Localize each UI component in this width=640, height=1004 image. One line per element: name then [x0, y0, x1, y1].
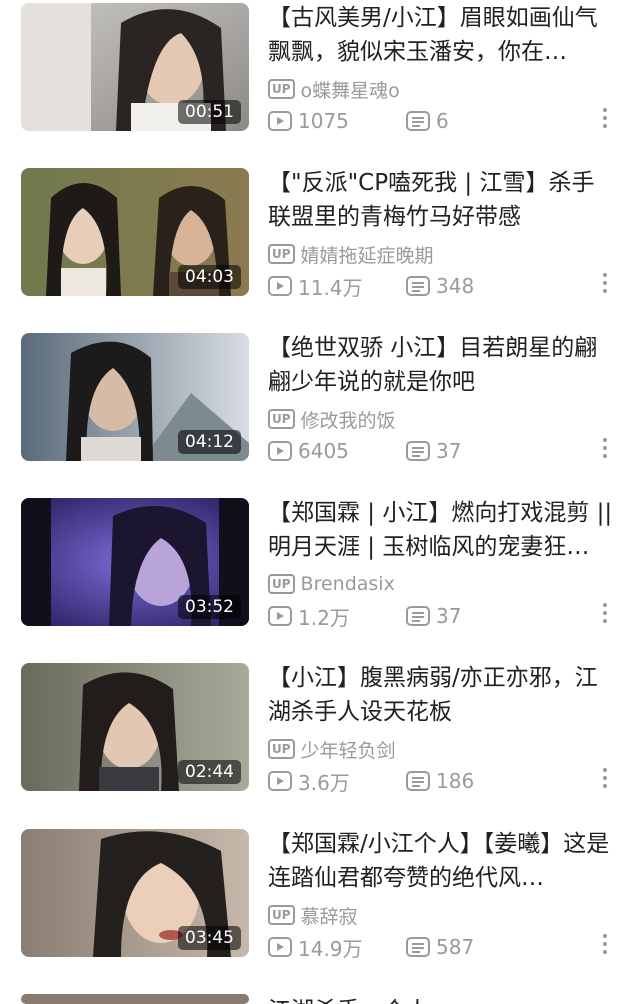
danmaku-count-icon [406, 111, 430, 131]
stats-row: 6405 37 [268, 437, 461, 465]
up-badge-icon: UP [268, 905, 295, 925]
stats-row: 1075 6 [268, 107, 449, 135]
video-thumbnail[interactable]: 04:12 [21, 333, 249, 461]
view-count: 3.6万 [268, 767, 406, 796]
danmaku-count: 186 [406, 769, 474, 793]
video-card[interactable]: 03:45 【郑国霖/小江个人】【姜曦】这是连踏仙君都夸赞的绝代风… UP 慕辞… [0, 829, 640, 961]
view-count: 1.2万 [268, 602, 406, 631]
view-count: 1075 [268, 109, 406, 133]
play-count-icon [268, 441, 292, 461]
video-duration: 02:44 [178, 760, 241, 784]
video-title[interactable]: 【小江】腹黑病弱/亦正亦邪，江湖杀手人设天花板 [268, 661, 616, 729]
video-card[interactable]: 03:52 【郑国霖 | 小江】燃向打戏混剪 || 明月天涯 | 玉树临风的宠妻… [0, 498, 640, 630]
video-thumbnail[interactable]: 02:44 [21, 663, 249, 791]
more-options-icon[interactable] [595, 433, 615, 463]
video-card[interactable]: 04:12 【绝世双骄 小江】目若朗星的翩翩少年说的就是你吧 UP 修改我的饭 … [0, 333, 640, 465]
stats-row: 3.6万 186 [268, 767, 474, 795]
video-card[interactable]: 04:03 【"反派"CP嗑死我 | 江雪】杀手联盟里的青梅竹马好带感 UP 婧… [0, 168, 640, 300]
danmaku-count-icon [406, 276, 430, 296]
video-duration: 04:12 [178, 430, 241, 454]
danmaku-count: 37 [406, 604, 461, 628]
play-count-icon [268, 111, 292, 131]
view-count: 14.9万 [268, 933, 406, 962]
video-duration: 03:52 [178, 595, 241, 619]
more-options-icon[interactable] [595, 103, 615, 133]
stats-row: 14.9万 587 [268, 933, 474, 961]
view-count: 11.4万 [268, 272, 406, 301]
uploader-row[interactable]: UP 慕辞寂 [268, 901, 358, 929]
danmaku-count-icon [406, 937, 430, 957]
uploader-name[interactable]: 慕辞寂 [301, 902, 358, 929]
video-title[interactable]: 【郑国霖/小江个人】【姜曦】这是连踏仙君都夸赞的绝代风… [268, 827, 616, 895]
video-thumbnail[interactable]: 00:51 [21, 3, 249, 131]
more-options-icon[interactable] [595, 598, 615, 628]
up-badge-icon: UP [268, 244, 295, 264]
video-thumbnail[interactable]: 03:45 [21, 829, 249, 957]
video-duration: 04:03 [178, 265, 241, 289]
uploader-name[interactable]: o蝶舞星魂o [301, 76, 400, 103]
video-thumbnail[interactable] [21, 994, 249, 1004]
danmaku-count-icon [406, 606, 430, 626]
play-count-icon [268, 771, 292, 791]
video-title[interactable]: 【古风美男/小江】眉眼如画仙气飘飘，貌似宋玉潘安，你在… [268, 1, 616, 69]
video-title[interactable]: 【绝世双骄 小江】目若朗星的翩翩少年说的就是你吧 [268, 331, 616, 399]
view-count: 6405 [268, 439, 406, 463]
up-badge-icon: UP [268, 739, 295, 759]
video-card[interactable]: 00:51 【古风美男/小江】眉眼如画仙气飘飘，貌似宋玉潘安，你在… UP o蝶… [0, 3, 640, 135]
play-count-icon [268, 606, 292, 626]
up-badge-icon: UP [268, 574, 295, 594]
uploader-row[interactable]: UP 婧婧拖延症晚期 [268, 240, 434, 268]
uploader-row[interactable]: UP 修改我的饭 [268, 405, 396, 433]
uploader-row[interactable]: UP o蝶舞星魂o [268, 75, 400, 103]
video-title[interactable]: 【郑国霖 | 小江】燃向打戏混剪 || 明月天涯 | 玉树临风的宠妻狂… [268, 496, 616, 564]
thumbnail-image [21, 994, 249, 1004]
more-options-icon[interactable] [595, 763, 615, 793]
more-options-icon[interactable] [595, 268, 615, 298]
video-title[interactable]: 【"反派"CP嗑死我 | 江雪】杀手联盟里的青梅竹马好带感 [268, 166, 616, 234]
play-count-icon [268, 276, 292, 296]
stats-row: 11.4万 348 [268, 272, 474, 300]
up-badge-icon: UP [268, 79, 295, 99]
video-thumbnail[interactable]: 04:03 [21, 168, 249, 296]
danmaku-count: 348 [406, 274, 474, 298]
video-thumbnail[interactable]: 03:52 [21, 498, 249, 626]
danmaku-count: 37 [406, 439, 461, 463]
stats-row: 1.2万 37 [268, 602, 461, 630]
video-card[interactable]: 02:44 【小江】腹黑病弱/亦正亦邪，江湖杀手人设天花板 UP 少年轻负剑 3… [0, 663, 640, 795]
video-duration: 03:45 [178, 926, 241, 950]
danmaku-count: 587 [406, 935, 474, 959]
video-duration: 00:51 [178, 100, 241, 124]
danmaku-count-icon [406, 441, 430, 461]
up-badge-icon: UP [268, 409, 295, 429]
uploader-row[interactable]: UP Brendasix [268, 570, 395, 598]
danmaku-count: 6 [406, 109, 449, 133]
uploader-name[interactable]: 少年轻负剑 [301, 736, 396, 763]
uploader-name[interactable]: 修改我的饭 [301, 406, 396, 433]
uploader-row[interactable]: UP 少年轻负剑 [268, 735, 396, 763]
danmaku-count-icon [406, 771, 430, 791]
play-count-icon [268, 937, 292, 957]
video-title[interactable]: 江湖杀手…个人… [268, 994, 616, 1004]
video-card[interactable]: 江湖杀手…个人… [0, 994, 640, 1004]
uploader-name[interactable]: 婧婧拖延症晚期 [301, 241, 434, 268]
more-options-icon[interactable] [595, 929, 615, 959]
uploader-name[interactable]: Brendasix [301, 573, 395, 595]
